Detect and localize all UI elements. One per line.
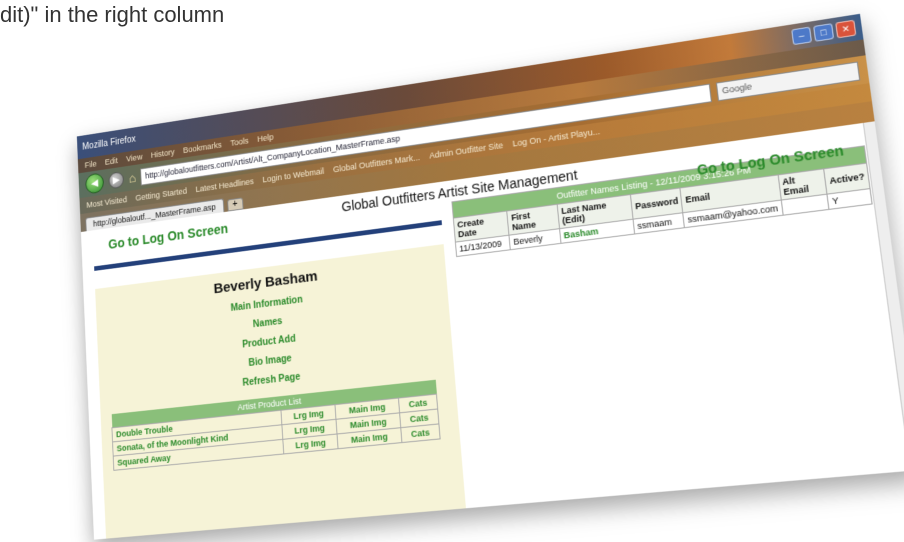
browser-window: Mozilla Firefox – □ ✕ File Edit View His… xyxy=(76,13,904,540)
home-icon[interactable]: ⌂ xyxy=(128,170,136,185)
menu-view[interactable]: View xyxy=(126,152,143,163)
cats-link[interactable]: Cats xyxy=(400,423,441,443)
minimize-button[interactable]: – xyxy=(791,26,813,46)
screenshot-wrapper: Mozilla Firefox – □ ✕ File Edit View His… xyxy=(18,13,904,540)
artist-panel-body: Beverly Basham Main Information Names Pr… xyxy=(95,244,468,540)
menu-help[interactable]: Help xyxy=(257,132,274,144)
close-button[interactable]: ✕ xyxy=(835,19,857,39)
artist-panel: Beverly Basham Main Information Names Pr… xyxy=(94,220,468,540)
forward-button[interactable]: ▶ xyxy=(108,171,125,190)
menu-file[interactable]: File xyxy=(85,159,97,170)
maximize-button[interactable]: □ xyxy=(813,23,835,42)
logon-link-left[interactable]: Go to Log On Screen xyxy=(108,221,228,252)
menu-edit[interactable]: Edit xyxy=(105,156,118,167)
menu-tools[interactable]: Tools xyxy=(230,136,249,148)
back-button[interactable]: ◀ xyxy=(85,172,105,195)
menu-history[interactable]: History xyxy=(151,147,175,160)
vertical-scrollbar[interactable] xyxy=(862,121,904,471)
